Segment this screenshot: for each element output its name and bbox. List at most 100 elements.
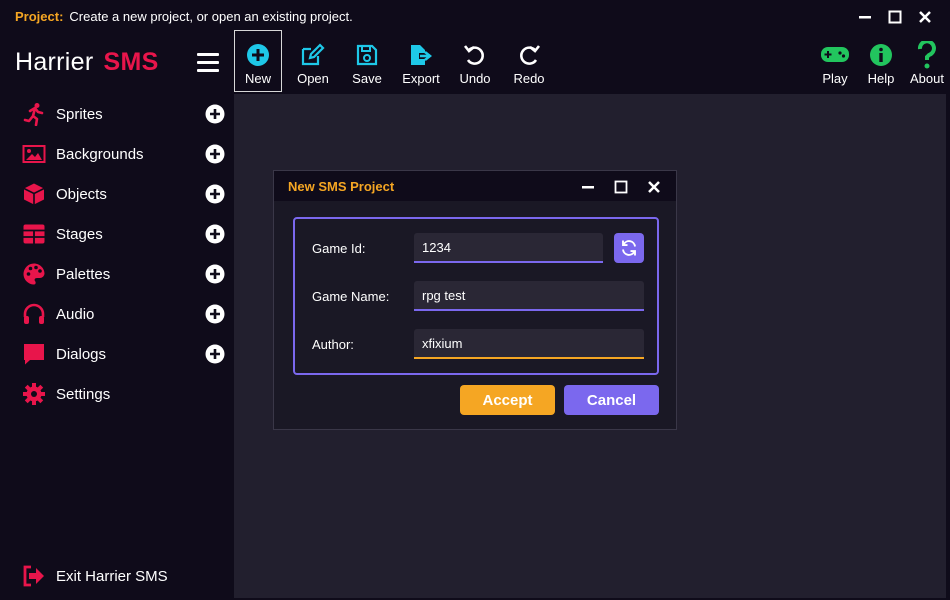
new-label: New [244, 71, 271, 86]
title-message: Create a new project, or open an existin… [69, 8, 353, 24]
dialog-minimize-button[interactable] [571, 176, 604, 198]
new-project-dialog: New SMS Project Game Id: Game Name: [273, 170, 677, 430]
menu-toggle-button[interactable] [197, 52, 221, 79]
sign-out-icon [23, 565, 44, 587]
toolbar-right: Play Help About [812, 30, 950, 94]
dialog-title: New SMS Project [288, 179, 395, 194]
running-icon [23, 103, 44, 126]
maximize-icon [614, 180, 627, 194]
title-bar: Project: Create a new project, or open a… [0, 0, 950, 32]
add-palette-icon[interactable] [205, 264, 225, 284]
grid-icon [23, 224, 45, 244]
question-icon [917, 41, 936, 69]
project-form: Game Id: Game Name: Author: [293, 217, 659, 375]
title-project-label: Project: [15, 8, 64, 24]
palette-icon [23, 263, 45, 285]
export-icon [411, 45, 433, 65]
sidebar-label-objects: Objects [56, 185, 107, 203]
redo-icon [520, 45, 541, 65]
dialog-close-button[interactable] [637, 176, 670, 198]
play-button[interactable]: Play [812, 30, 858, 92]
exit-label: Exit Harrier SMS [56, 567, 168, 585]
exit-button[interactable]: Exit Harrier SMS [0, 556, 234, 596]
info-icon [870, 44, 892, 66]
add-stage-icon[interactable] [205, 224, 225, 244]
sidebar-item-palettes[interactable]: Palettes [0, 254, 234, 294]
sidebar-item-stages[interactable]: Stages [0, 214, 234, 254]
dialog-maximize-button[interactable] [604, 176, 637, 198]
gamepad-icon [821, 47, 849, 62]
undo-icon [463, 45, 484, 65]
game-id-input[interactable] [414, 233, 603, 263]
export-label: Export [402, 71, 440, 86]
sidebar-label-settings: Settings [56, 385, 111, 403]
redo-label: Redo [513, 71, 545, 86]
play-label: Play [822, 71, 848, 86]
sidebar-item-settings[interactable]: Settings [0, 374, 234, 414]
cube-icon [23, 183, 45, 205]
sidebar-label-audio: Audio [56, 305, 95, 323]
toolbar: New Open Save Export Undo Redo [234, 30, 558, 94]
sidebar-item-objects[interactable]: Objects [0, 174, 234, 214]
redo-button[interactable]: Redo [504, 30, 554, 92]
window-controls [850, 6, 940, 28]
help-button[interactable]: Help [858, 30, 904, 92]
add-object-icon[interactable] [205, 184, 225, 204]
game-name-input[interactable] [414, 281, 644, 311]
comment-icon [24, 344, 44, 365]
sidebar-item-backgrounds[interactable]: Backgrounds [0, 134, 234, 174]
add-audio-icon[interactable] [205, 304, 225, 324]
help-label: Help [867, 71, 895, 86]
maximize-button[interactable] [880, 6, 910, 28]
plus-circle-icon [247, 44, 269, 66]
minimize-icon [581, 186, 594, 189]
minimize-button[interactable] [850, 6, 880, 28]
dialog-window-controls [571, 176, 670, 198]
sidebar-label-stages: Stages [56, 225, 103, 243]
about-button[interactable]: About [904, 30, 950, 92]
minimize-icon [859, 16, 871, 19]
save-icon [356, 44, 378, 66]
maximize-icon [888, 10, 902, 24]
undo-label: Undo [459, 71, 491, 86]
hamburger-icon [197, 53, 219, 72]
close-icon [919, 11, 931, 23]
regenerate-id-button[interactable] [614, 233, 644, 263]
new-button[interactable]: New [234, 30, 282, 92]
edit-icon [301, 43, 325, 66]
sidebar-label-backgrounds: Backgrounds [56, 145, 144, 163]
accept-button[interactable]: Accept [460, 385, 555, 415]
cancel-button[interactable]: Cancel [564, 385, 659, 415]
brand-sms: SMS [103, 48, 159, 76]
brand-name: Harrier [15, 48, 94, 76]
app-brand: Harrier SMS [15, 48, 159, 77]
sidebar: Sprites Backgrounds Objects Stages Palet… [0, 94, 234, 600]
close-icon [647, 181, 660, 193]
sidebar-item-dialogs[interactable]: Dialogs [0, 334, 234, 374]
open-label: Open [297, 71, 329, 86]
add-sprite-icon[interactable] [205, 104, 225, 124]
game-id-label: Game Id: [312, 241, 366, 256]
open-button[interactable]: Open [288, 30, 338, 92]
author-input[interactable] [414, 329, 644, 359]
add-dialog-icon[interactable] [205, 344, 225, 364]
gear-icon [23, 383, 45, 405]
image-icon [22, 145, 46, 163]
sidebar-label-sprites: Sprites [56, 105, 103, 123]
sidebar-item-audio[interactable]: Audio [0, 294, 234, 334]
headphones-icon [23, 303, 45, 324]
sidebar-label-palettes: Palettes [56, 265, 111, 283]
save-button[interactable]: Save [342, 30, 392, 92]
add-background-icon[interactable] [205, 144, 225, 164]
about-label: About [910, 71, 944, 86]
save-label: Save [352, 71, 382, 86]
refresh-icon [622, 240, 636, 256]
dialog-header: New SMS Project [274, 171, 676, 201]
export-button[interactable]: Export [396, 30, 446, 92]
sidebar-item-sprites[interactable]: Sprites [0, 94, 234, 134]
sidebar-label-dialogs: Dialogs [56, 345, 107, 363]
undo-button[interactable]: Undo [450, 30, 500, 92]
author-label: Author: [312, 337, 354, 352]
close-button[interactable] [910, 6, 940, 28]
game-name-label: Game Name: [312, 289, 390, 304]
